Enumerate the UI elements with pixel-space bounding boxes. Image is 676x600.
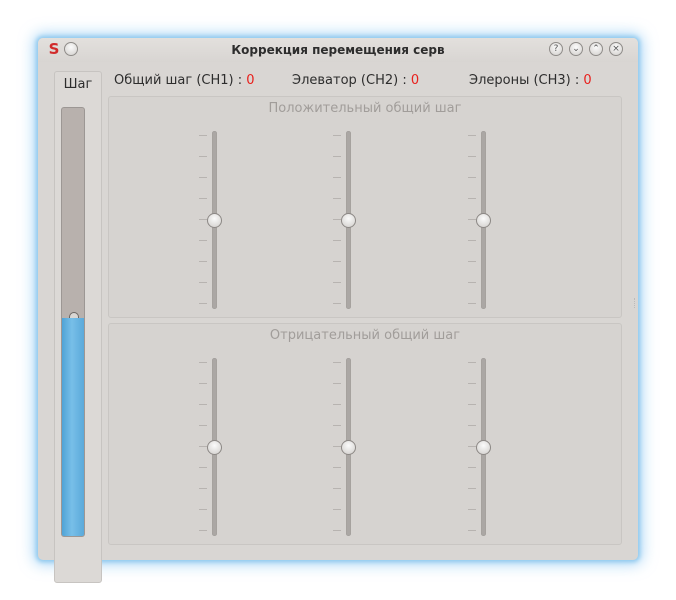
slider-tick xyxy=(333,509,341,510)
slider-tick xyxy=(199,362,207,363)
slider-tick xyxy=(199,177,207,178)
slider-tick xyxy=(468,446,476,447)
slider-tick xyxy=(333,362,341,363)
ch2-value: 0 xyxy=(410,73,420,88)
status-ch2: Элеватор (CH2) : 0 xyxy=(292,73,419,88)
positive-pitch-group: Положительный общий шаг xyxy=(108,96,622,318)
slider-tick xyxy=(333,303,341,304)
slider-tick xyxy=(199,383,207,384)
slider-tick xyxy=(199,467,207,468)
slider-tick xyxy=(199,156,207,157)
slider-handle[interactable] xyxy=(341,440,356,455)
slider-tick xyxy=(468,509,476,510)
slider-tick xyxy=(199,509,207,510)
slider-tick xyxy=(468,198,476,199)
slider-tick xyxy=(333,219,341,220)
slider-tick xyxy=(333,425,341,426)
maximize-button[interactable]: ⌃ xyxy=(589,42,603,56)
slider-tick xyxy=(333,446,341,447)
slider-tick xyxy=(199,303,207,304)
slider-tick xyxy=(333,404,341,405)
title-bar[interactable]: S Коррекция перемещения серв ? ⌄ ⌃ × xyxy=(38,38,638,62)
slider-tick xyxy=(199,404,207,405)
slider-tick xyxy=(468,261,476,262)
slider-tick xyxy=(333,530,341,531)
slider-handle[interactable] xyxy=(207,213,222,228)
ch3-label: Элероны (CH3) : xyxy=(469,73,584,88)
slider-tick xyxy=(468,362,476,363)
slider-tick xyxy=(468,156,476,157)
pitch-panel: Шаг xyxy=(54,71,102,583)
slider-tick xyxy=(333,156,341,157)
slider-tick xyxy=(468,282,476,283)
slider-tick xyxy=(333,282,341,283)
negative-slider-2[interactable] xyxy=(330,358,370,536)
window-title: Коррекция перемещения серв xyxy=(231,43,445,57)
ch2-label: Элеватор (CH2) : xyxy=(292,73,411,88)
servo-correction-window: S Коррекция перемещения серв ? ⌄ ⌃ × Шаг… xyxy=(38,38,638,583)
status-ch1: Общий шаг (CH1) : 0 xyxy=(114,73,255,88)
status-ch3: Элероны (CH3) : 0 xyxy=(469,73,592,88)
negative-pitch-group: Отрицательный общий шаг xyxy=(108,323,622,545)
slider-tick xyxy=(199,219,207,220)
slider-tick xyxy=(333,198,341,199)
slider-tick xyxy=(468,135,476,136)
slider-tick xyxy=(199,198,207,199)
slider-tick xyxy=(199,135,207,136)
ch3-value: 0 xyxy=(583,73,592,88)
slider-tick xyxy=(333,383,341,384)
slider-tick xyxy=(333,240,341,241)
slider-tick xyxy=(468,303,476,304)
pitch-bar xyxy=(61,107,85,537)
slider-tick xyxy=(468,467,476,468)
slider-tick xyxy=(333,177,341,178)
slider-tick xyxy=(333,261,341,262)
slider-tick xyxy=(468,404,476,405)
minimize-button[interactable]: ⌄ xyxy=(569,42,583,56)
slider-handle[interactable] xyxy=(476,440,491,455)
pitch-level-fill xyxy=(62,318,84,536)
slider-tick xyxy=(199,488,207,489)
slider-tick xyxy=(468,240,476,241)
slider-handle[interactable] xyxy=(476,213,491,228)
close-button[interactable]: × xyxy=(609,42,623,56)
positive-pitch-title: Положительный общий шаг xyxy=(268,101,462,116)
help-button[interactable]: ? xyxy=(549,42,563,56)
ch1-value: 0 xyxy=(246,73,255,88)
positive-slider-2[interactable] xyxy=(330,131,370,309)
negative-slider-1[interactable] xyxy=(196,358,236,536)
slider-tick xyxy=(199,240,207,241)
slider-handle[interactable] xyxy=(207,440,222,455)
slider-tick xyxy=(333,135,341,136)
slider-tick xyxy=(199,446,207,447)
pitch-label: Шаг xyxy=(63,77,93,92)
positive-slider-3[interactable] xyxy=(465,131,505,309)
slider-tick xyxy=(468,177,476,178)
slider-tick xyxy=(199,530,207,531)
slider-tick xyxy=(199,282,207,283)
pitch-level-handle xyxy=(69,312,79,318)
slider-tick xyxy=(333,488,341,489)
slider-tick xyxy=(468,530,476,531)
slider-tick xyxy=(199,425,207,426)
resize-grip[interactable] xyxy=(634,298,637,308)
negative-pitch-title: Отрицательный общий шаг xyxy=(269,328,461,343)
negative-slider-3[interactable] xyxy=(465,358,505,536)
slider-tick xyxy=(468,219,476,220)
positive-slider-1[interactable] xyxy=(196,131,236,309)
ch1-label: Общий шаг (CH1) : xyxy=(114,73,247,88)
slider-tick xyxy=(333,467,341,468)
slider-tick xyxy=(468,425,476,426)
slider-tick xyxy=(468,383,476,384)
slider-tick xyxy=(468,488,476,489)
slider-tick xyxy=(199,261,207,262)
slider-handle[interactable] xyxy=(341,213,356,228)
